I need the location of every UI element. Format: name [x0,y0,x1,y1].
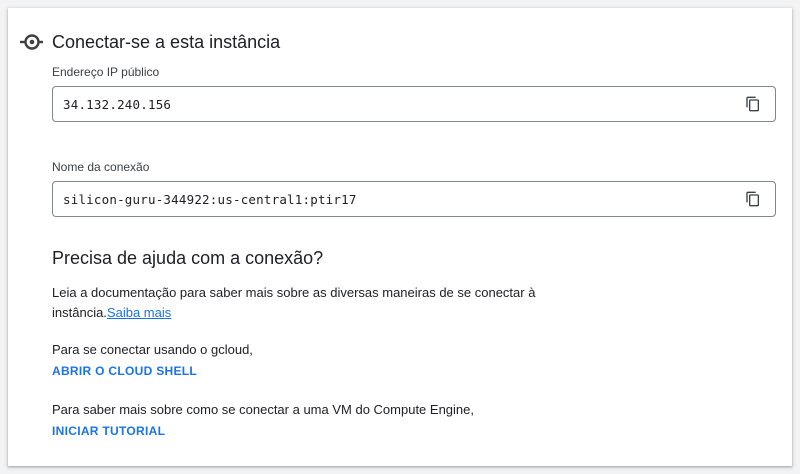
gcloud-text: Para se conectar usando o gcloud, [52,342,253,357]
copy-ip-button[interactable] [741,92,765,116]
help-title: Precisa de ajuda com a conexão? [52,248,324,268]
docs-text-line1: Leia a documentação para saber mais sobr… [52,285,536,300]
copy-connection-name-button[interactable] [741,187,765,211]
connect-header: Conectar-se a esta instância [20,28,280,56]
connect-icon [20,30,44,54]
open-cloud-shell-button[interactable]: ABRIR O CLOUD SHELL [52,364,197,378]
connection-name-value[interactable]: silicon-guru-344922:us-central1:ptir17 [63,192,357,207]
copy-icon[interactable] [745,191,761,207]
start-tutorial-button[interactable]: INICIAR TUTORIAL [52,424,165,438]
public-ip-label: Endereço IP público [52,65,160,79]
learn-more-link[interactable]: Saiba mais [107,305,171,320]
public-ip-value[interactable]: 34.132.240.156 [63,97,171,112]
docs-text-line2: instância. [52,305,107,320]
compute-engine-text: Para saber mais sobre como se conectar a… [52,402,474,417]
connection-name-field[interactable]: silicon-guru-344922:us-central1:ptir17 [52,181,776,217]
connect-title: Conectar-se a esta instância [52,31,281,52]
connection-name-label: Nome da conexão [52,160,150,174]
copy-icon[interactable] [745,96,761,112]
connect-panel: Conectar-se a esta instância Endereço IP… [8,8,792,466]
public-ip-field[interactable]: 34.132.240.156 [52,86,776,122]
docs-text: Leia a documentação para saber mais sobr… [52,283,535,323]
